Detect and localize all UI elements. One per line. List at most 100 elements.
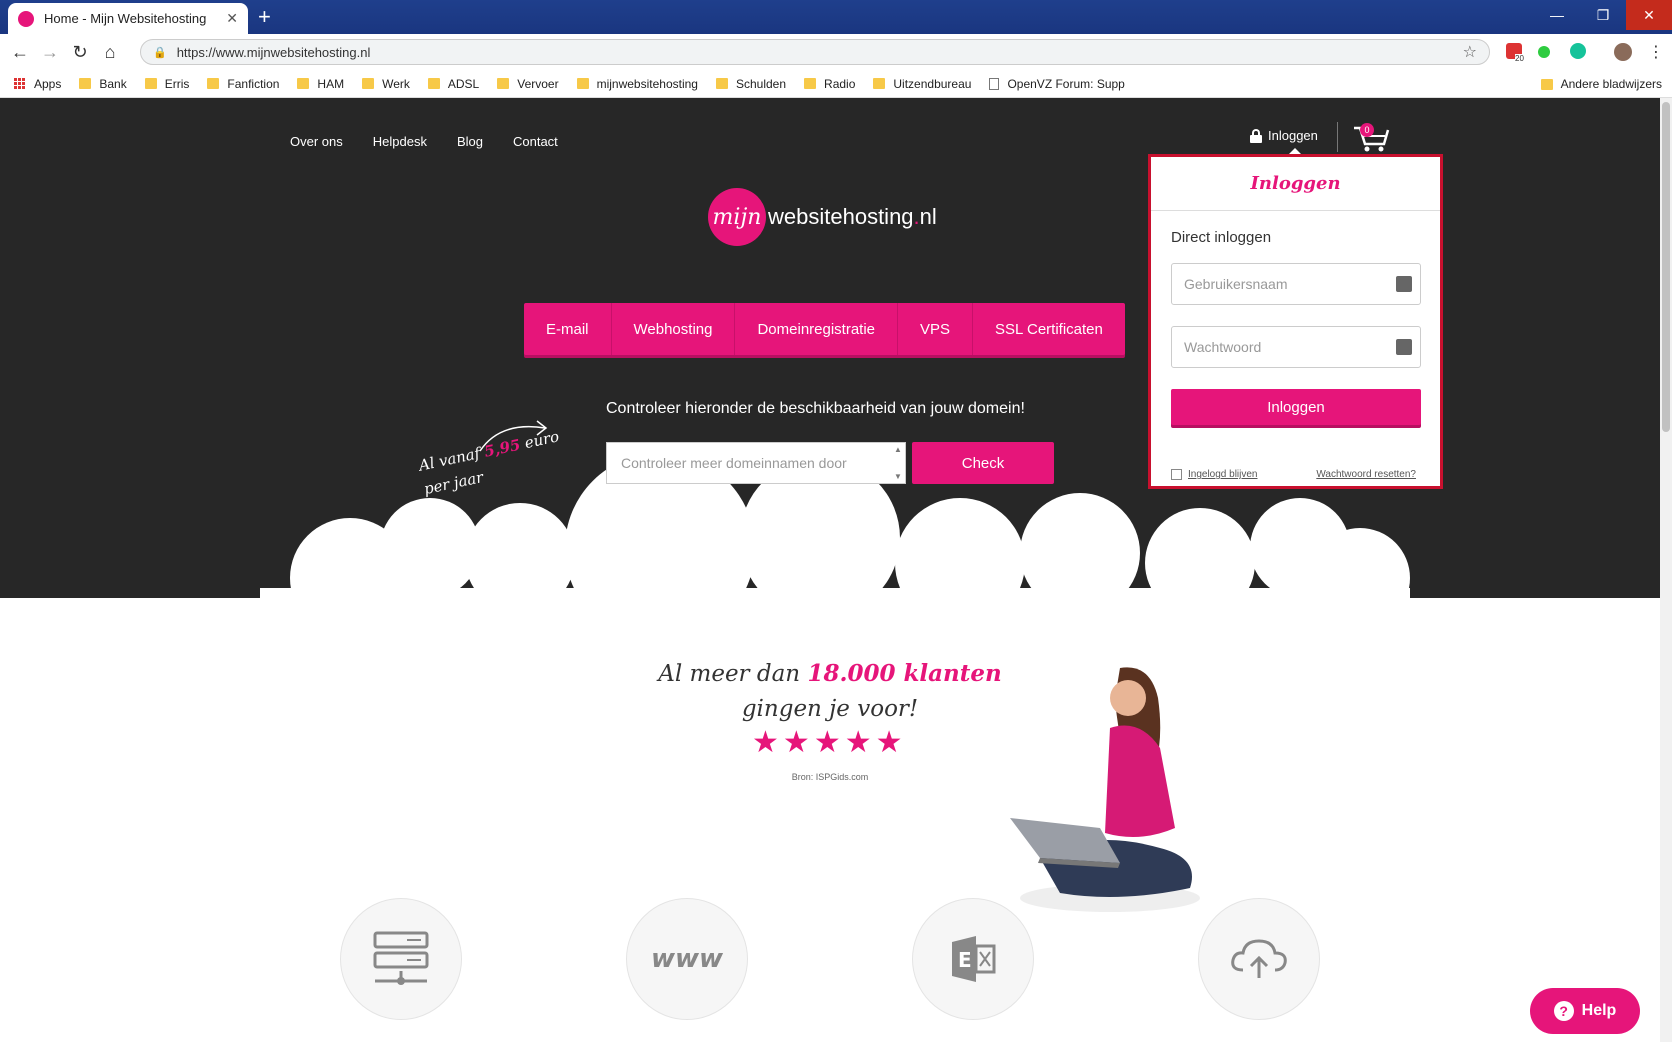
bookmarks-bar: Apps Bank Erris Fanfiction HAM Werk ADSL… <box>0 70 1672 98</box>
bookmark-folder[interactable]: HAM <box>297 77 344 91</box>
reviews-headline: Al meer dan 18.000 klanten <box>658 660 1002 687</box>
extension-badge: 20 <box>1515 54 1524 63</box>
nav-item-blog[interactable]: Blog <box>457 134 483 149</box>
domain-input-placeholder: Controleer meer domeinnamen door <box>621 455 847 471</box>
reviews-subline: gingen je voor! <box>741 696 919 722</box>
site-favicon-icon <box>18 10 34 27</box>
reload-icon[interactable]: ↻ <box>68 40 92 64</box>
help-label: Help <box>1581 1002 1617 1019</box>
domain-search-input[interactable]: Controleer meer domeinnamen door ▲ ▼ <box>606 442 906 484</box>
home-icon[interactable]: ⌂ <box>98 40 122 64</box>
nav-item-helpdesk[interactable]: Helpdesk <box>373 134 427 149</box>
folder-icon <box>144 78 157 89</box>
page-scrollbar[interactable] <box>1660 98 1672 1042</box>
address-bar[interactable]: 🔒 https://www.mijnwebsitehosting.nl ☆ <box>140 39 1490 65</box>
check-button[interactable]: Check <box>912 442 1054 484</box>
input-scroll-arrows[interactable]: ▲ ▼ <box>893 445 903 481</box>
status-extension-icon[interactable] <box>1538 46 1550 58</box>
password-manager-icon[interactable] <box>1396 276 1412 292</box>
password-manager-icon[interactable] <box>1396 339 1412 355</box>
woman-with-laptop-image <box>1010 667 1200 912</box>
restore-icon[interactable]: ❐ <box>1580 0 1626 30</box>
feature-domains[interactable]: www <box>626 898 748 1020</box>
login-submit-button[interactable]: Inloggen <box>1171 389 1421 425</box>
folder-icon <box>497 78 510 89</box>
grammarly-extension-icon[interactable] <box>1570 43 1586 59</box>
star-icon: ★ <box>813 726 841 759</box>
bookmark-folder[interactable]: Erris <box>144 77 189 91</box>
menu-item-vps[interactable]: VPS <box>898 303 974 355</box>
header-divider <box>1337 122 1338 152</box>
folder-icon <box>362 78 375 89</box>
folder-icon <box>297 78 310 89</box>
features-row: www E <box>340 898 1340 1022</box>
profile-avatar[interactable] <box>1614 43 1632 61</box>
folder-icon <box>873 78 886 89</box>
bookmark-page[interactable]: OpenVZ Forum: Supp <box>989 77 1125 91</box>
bookmark-folder[interactable]: ADSL <box>427 77 479 91</box>
apps-grid-icon <box>14 77 26 90</box>
window-close-icon[interactable]: ✕ <box>1626 0 1672 30</box>
scrollbar-thumb[interactable] <box>1662 102 1670 432</box>
address-url: https://www.mijnwebsitehosting.nl <box>176 44 371 60</box>
star-icon: ★ <box>844 726 872 759</box>
direct-login-heading: Direct inloggen <box>1171 229 1272 246</box>
browser-tab[interactable]: Home - Mijn Websitehosting ✕ <box>8 3 248 34</box>
star-icon: ★ <box>782 726 810 759</box>
password-field[interactable]: Wachtwoord <box>1171 326 1421 368</box>
bookmark-folder[interactable]: Vervoer <box>497 77 559 91</box>
menu-item-webhosting[interactable]: Webhosting <box>612 303 736 355</box>
top-navigation: Over ons Helpdesk Blog Contact <box>290 134 558 149</box>
back-icon[interactable]: ← <box>8 40 32 64</box>
feature-cloud[interactable] <box>1198 898 1320 1020</box>
folder-icon <box>427 78 440 89</box>
bookmark-folder[interactable]: Bank <box>79 77 127 91</box>
bookmark-folder[interactable]: Uitzendbureau <box>873 77 971 91</box>
bookmark-apps[interactable]: Apps <box>14 77 61 91</box>
cart-count-badge: 0 <box>1360 123 1374 137</box>
site-logo[interactable]: mijn websitehosting.nl <box>708 188 937 246</box>
forward-icon[interactable]: → <box>38 40 62 64</box>
secure-lock-icon: 🔒 <box>153 46 167 59</box>
nav-item-over-ons[interactable]: Over ons <box>290 134 343 149</box>
help-button[interactable]: ? Help <box>1530 988 1640 1034</box>
username-field[interactable]: Gebruikersnaam <box>1171 263 1421 305</box>
login-link[interactable]: Inloggen <box>1250 128 1318 143</box>
bookmark-folder[interactable]: mijnwebsitehosting <box>576 77 698 91</box>
feature-hosting[interactable] <box>340 898 462 1020</box>
folder-icon <box>576 78 589 89</box>
new-tab-icon[interactable]: + <box>258 6 271 28</box>
lock-icon <box>1250 128 1262 143</box>
login-popup: Inloggen Direct inloggen Gebruikersnaam … <box>1148 154 1443 489</box>
other-bookmarks[interactable]: Andere bladwijzers <box>1540 70 1662 98</box>
page-content: Over ons Helpdesk Blog Contact Inloggen … <box>0 98 1660 1042</box>
tab-close-icon[interactable]: ✕ <box>226 10 238 27</box>
rating-source: Bron: ISPGids.com <box>791 772 869 782</box>
bookmark-folder[interactable]: Radio <box>804 77 855 91</box>
bookmark-folder[interactable]: Werk <box>362 77 410 91</box>
remember-me[interactable]: Ingelogd blijven <box>1171 469 1258 480</box>
bookmark-folder[interactable]: Schulden <box>715 77 786 91</box>
folder-icon <box>715 78 728 89</box>
nav-item-contact[interactable]: Contact <box>513 134 558 149</box>
tab-title: Home - Mijn Websitehosting <box>44 11 207 26</box>
browser-titlebar: Home - Mijn Websitehosting ✕ + — ❐ ✕ <box>0 0 1672 34</box>
bookmark-folder[interactable]: Fanfiction <box>207 77 279 91</box>
remember-checkbox[interactable] <box>1171 469 1182 480</box>
browser-menu-icon[interactable]: ⋮ <box>1644 40 1668 64</box>
window-controls: — ❐ ✕ <box>1534 0 1672 30</box>
bookmark-star-icon[interactable]: ☆ <box>1463 42 1477 62</box>
logo-text: websitehosting.nl <box>768 204 937 229</box>
minimize-icon[interactable]: — <box>1534 0 1580 30</box>
menu-item-domeinregistratie[interactable]: Domeinregistratie <box>735 303 899 355</box>
feature-exchange[interactable]: E <box>912 898 1034 1020</box>
browser-toolbar: ← → ↻ ⌂ 🔒 https://www.mijnwebsitehosting… <box>0 34 1672 70</box>
star-icon: ★ <box>752 726 779 759</box>
login-popup-title: Inloggen <box>1151 157 1440 211</box>
domain-check-title: Controleer hieronder de beschikbaarheid … <box>606 400 1025 417</box>
server-icon <box>373 931 429 985</box>
menu-item-ssl[interactable]: SSL Certificaten <box>973 303 1125 355</box>
reset-password-link[interactable]: Wachtwoord resetten? <box>1316 469 1416 480</box>
cloud-upload-icon <box>1231 939 1287 978</box>
menu-item-email[interactable]: E-mail <box>524 303 612 355</box>
